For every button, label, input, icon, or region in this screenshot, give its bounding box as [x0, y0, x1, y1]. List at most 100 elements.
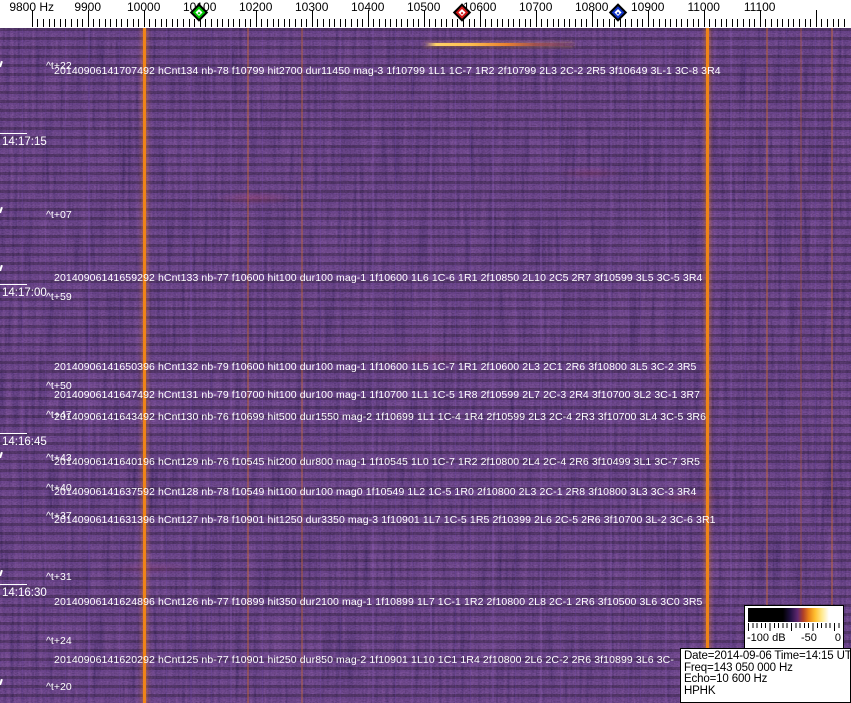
ruler-minor-tick [250, 19, 252, 27]
frequency-tick-label: 9900 [74, 0, 102, 14]
echo-data-line: 20140906141659292 hCnt133 nb-77 f10600 h… [54, 272, 703, 284]
ruler-minor-tick [653, 19, 655, 27]
ruler-minor-tick [177, 19, 179, 27]
ruler-minor-tick [518, 19, 520, 27]
ruler-minor-tick [216, 19, 218, 27]
ruler-minor-tick [171, 19, 173, 27]
ruler-minor-tick [569, 19, 571, 27]
ruler-minor-tick [552, 19, 554, 27]
info-line: Echo=10 600 Hz [684, 673, 768, 685]
frequency-tick-label: 10000 [127, 0, 161, 14]
ruler-minor-tick [490, 19, 492, 27]
ruler-minor-tick [334, 19, 336, 27]
ruler-minor-tick [132, 19, 134, 27]
frequency-tick-label: 10900 [631, 0, 665, 14]
ruler-minor-tick [686, 19, 688, 27]
echo-data-line: 20140906141640196 hCnt129 nb-76 f10545 h… [54, 456, 701, 468]
ruler-minor-tick [261, 19, 263, 27]
ruler-minor-tick [558, 19, 560, 27]
ruler-minor-tick [765, 19, 767, 27]
ruler-minor-tick [328, 19, 330, 27]
ruler-minor-tick [272, 19, 274, 27]
ruler-minor-tick [317, 19, 319, 27]
green-frequency-marker-ring [195, 8, 203, 17]
ruler-minor-tick [737, 19, 739, 27]
ruler-minor-tick [350, 19, 352, 27]
time-tick-line [0, 584, 27, 585]
ruler-minor-tick [832, 19, 834, 27]
time-label: 14:17:00 [2, 287, 47, 299]
ruler-minor-tick [742, 19, 744, 27]
ruler-minor-tick [188, 19, 190, 27]
ruler-minor-tick [574, 19, 576, 27]
faint-vertical-line [800, 28, 802, 703]
red-frequency-marker-center [460, 11, 464, 14]
ruler-minor-tick [378, 19, 380, 27]
ruler-minor-tick [373, 19, 375, 27]
ruler-minor-tick [838, 19, 840, 27]
ruler-minor-tick [474, 19, 476, 27]
time-label: 14:16:45 [2, 436, 47, 448]
ruler-minor-tick [384, 19, 386, 27]
db-label-mid: -50 [801, 632, 817, 644]
ruler-minor-tick [412, 19, 414, 27]
ruler-minor-tick [642, 19, 644, 27]
ruler-minor-tick [406, 19, 408, 27]
ruler-minor-tick [614, 19, 616, 27]
ruler-minor-tick [602, 19, 604, 27]
ruler-minor-tick [306, 19, 308, 27]
ruler-minor-tick [608, 19, 610, 27]
blue-frequency-marker-center [616, 11, 620, 14]
echo-data-line: 20140906141624896 hCnt126 nb-77 f10899 h… [54, 596, 703, 608]
frequency-tick-label: 10500 [407, 0, 441, 14]
ruler-minor-tick [278, 19, 280, 27]
ruler-minor-tick [793, 19, 795, 27]
faint-vertical-line [786, 28, 787, 703]
ruler-minor-tick [726, 19, 728, 27]
ruler-minor-tick [37, 19, 39, 27]
ruler-minor-tick [149, 19, 151, 27]
ruler-minor-tick [238, 19, 240, 27]
ruler-minor-tick [283, 19, 285, 27]
frequency-tick-label: 9800 Hz [9, 0, 55, 14]
db-gradient-bar [748, 608, 840, 622]
ruler-minor-tick [787, 19, 789, 27]
ruler-minor-tick [115, 19, 117, 27]
ruler-minor-tick [222, 19, 224, 27]
ruler-minor-tick [630, 19, 632, 27]
ruler-minor-tick [390, 19, 392, 27]
ruler-minor-tick [524, 19, 526, 27]
ruler-minor-tick [322, 19, 324, 27]
ruler-minor-tick [513, 19, 515, 27]
ruler-minor-tick [182, 19, 184, 27]
faint-vertical-line [745, 28, 746, 703]
ruler-minor-tick [154, 19, 156, 27]
ruler-minor-tick [451, 19, 453, 27]
ruler-minor-tick [776, 19, 778, 27]
ruler-minor-tick [362, 19, 364, 27]
ruler-minor-tick [658, 19, 660, 27]
ruler-minor-tick [82, 19, 84, 27]
ruler-minor-tick [748, 19, 750, 27]
blue-frequency-marker-ring [614, 8, 622, 17]
ruler-minor-tick [395, 19, 397, 27]
ruler-minor-tick [754, 19, 756, 27]
ruler-minor-tick [810, 19, 812, 27]
echo-data-line: 20140906141620292 hCnt125 nb-77 f10901 h… [54, 654, 674, 666]
ruler-minor-tick [126, 19, 128, 27]
echo-data-line: 20140906141643492 hCnt130 nb-76 f10699 h… [54, 411, 707, 423]
echo-data-line: 20140906141631396 hCnt127 nb-78 f10901 h… [54, 514, 716, 526]
db-label-max: 0 [834, 632, 841, 644]
ruler-minor-tick [670, 19, 672, 27]
ruler-minor-tick [485, 19, 487, 27]
ruler-minor-tick [289, 19, 291, 27]
ruler-minor-tick [356, 19, 358, 27]
ruler-minor-tick [580, 19, 582, 27]
ruler-minor-tick [160, 19, 162, 27]
green-frequency-marker-center [197, 11, 201, 14]
ruler-minor-tick [446, 19, 448, 27]
ruler-minor-tick [401, 19, 403, 27]
ruler-minor-tick [496, 19, 498, 27]
ruler-minor-tick [300, 19, 302, 27]
ruler-minor-tick [65, 19, 67, 27]
